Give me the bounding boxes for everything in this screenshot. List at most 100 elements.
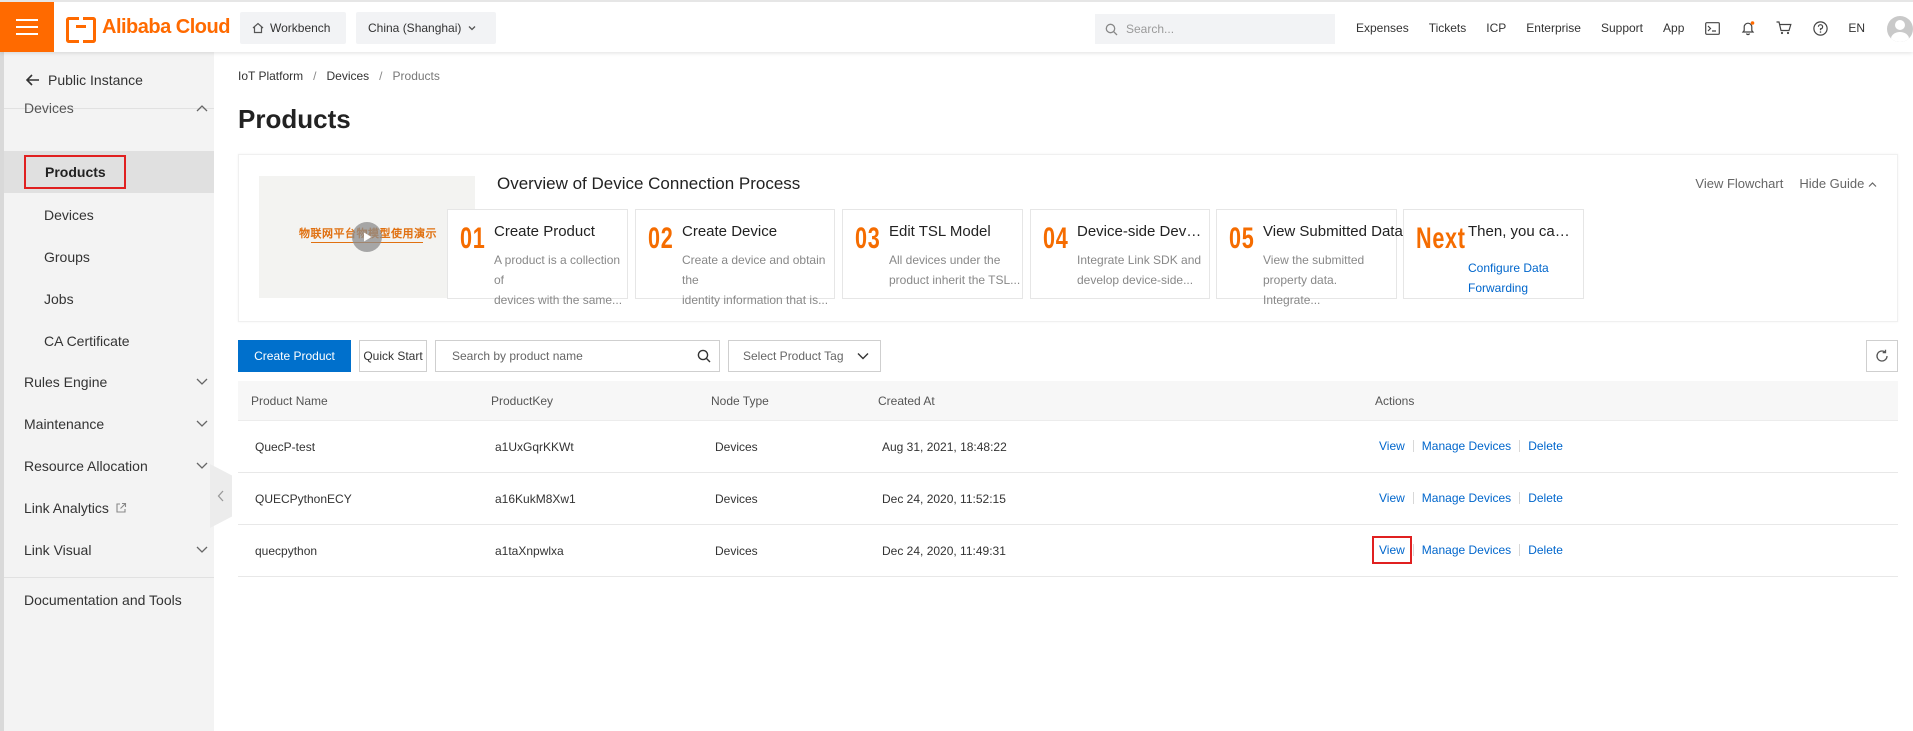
sidebar-item-ca-certificate[interactable]: CA Certificate (44, 333, 130, 349)
nav-icp[interactable]: ICP (1486, 21, 1506, 35)
table-row: QuecP-test a1UxGqrKKWt Devices Aug 31, 2… (238, 421, 1898, 473)
terminal-icon[interactable] (1704, 20, 1720, 36)
step-next[interactable]: Next Then, you can perf... Configure Dat… (1403, 209, 1584, 299)
node-type: Devices (715, 440, 758, 454)
sidebar-item-groups[interactable]: Groups (44, 249, 90, 265)
manage-devices-link[interactable]: Manage Devices (1422, 543, 1511, 557)
nav-expenses[interactable]: Expenses (1356, 21, 1409, 35)
page-title: Products (238, 104, 351, 134)
product-key: a16KukM8Xw1 (495, 492, 576, 506)
product-search (435, 340, 720, 372)
main-content: IoT Platform / Devices / Products Produc… (214, 52, 1913, 731)
chevron-down-icon (196, 462, 208, 469)
cart-icon[interactable] (1776, 20, 1792, 36)
delete-link[interactable]: Delete (1528, 439, 1563, 453)
delete-link[interactable]: Delete (1528, 491, 1563, 505)
arrow-left-icon (26, 74, 39, 86)
product-name: QuecP-test (255, 440, 316, 454)
sidebar-group-maintenance[interactable]: Maintenance (24, 416, 208, 432)
node-type: Devices (715, 492, 758, 506)
help-icon[interactable] (1812, 20, 1828, 36)
node-type: Devices (715, 544, 758, 558)
refresh-button[interactable] (1866, 340, 1898, 372)
chevron-down-icon (468, 26, 476, 31)
brand-name: Alibaba Cloud (102, 15, 230, 38)
sidebar-group-label: Resource Allocation (24, 458, 148, 474)
refresh-icon (1876, 349, 1888, 362)
external-link-icon (116, 502, 126, 513)
col-node-type: Node Type (711, 394, 769, 408)
sidebar-group-label: Link Visual (24, 542, 92, 558)
delete-link[interactable]: Delete (1528, 543, 1563, 557)
play-icon[interactable] (352, 222, 382, 252)
region-selector[interactable]: China (Shanghai) (356, 12, 496, 44)
col-actions: Actions (1375, 394, 1415, 408)
bell-icon[interactable] (1740, 20, 1756, 36)
search-icon[interactable] (697, 349, 711, 363)
sidebar-item-documentation[interactable]: Documentation and Tools (24, 592, 208, 608)
view-link[interactable]: View (1379, 491, 1405, 505)
sidebar-group-link-visual[interactable]: Link Visual (24, 542, 208, 558)
sidebar-group-label: Link Analytics (24, 500, 109, 516)
breadcrumb-products: Products (392, 69, 440, 83)
col-created-at: Created At (878, 394, 935, 408)
view-link[interactable]: View (1379, 439, 1405, 453)
step-view-submitted-data[interactable]: 05 View Submitted Data View the submitte… (1216, 209, 1403, 307)
sidebar-item-products[interactable]: Products (24, 155, 126, 189)
col-product-name: Product Name (251, 394, 328, 408)
create-product-button[interactable]: Create Product (238, 340, 351, 372)
product-tag-label: Select Product Tag (743, 349, 844, 363)
back-to-instance[interactable]: Public Instance (26, 72, 143, 88)
product-name: quecpython (255, 544, 318, 558)
table-row: QUECPythonECY a16KukM8Xw1 Devices Dec 24… (238, 473, 1898, 525)
nav-enterprise[interactable]: Enterprise (1526, 21, 1581, 35)
sidebar-item-jobs[interactable]: Jobs (44, 291, 74, 307)
sidebar-group-devices[interactable]: Devices (24, 100, 208, 116)
demo-video[interactable]: 物联网平台物模型使用演示 (259, 176, 475, 298)
chevron-down-icon (196, 546, 208, 553)
language-switch[interactable]: EN (1848, 21, 1865, 35)
step-edit-tsl-model[interactable]: 03 Edit TSL Model All devices under the p… (842, 209, 1023, 299)
product-search-input[interactable] (436, 349, 686, 363)
sidebar-item-devices[interactable]: Devices (44, 207, 94, 223)
search-icon (1105, 23, 1118, 35)
row-actions: View Manage Devices Delete (1379, 439, 1563, 453)
product-tag-select[interactable]: Select Product Tag (728, 340, 881, 372)
chevron-up-icon (1868, 182, 1877, 187)
table-header: Product Name ProductKey Node Type Create… (238, 381, 1898, 421)
guide-links: View Flowchart Hide Guide (1695, 176, 1877, 191)
view-link-highlighted[interactable]: View (1372, 536, 1412, 564)
product-name: QUECPythonECY (255, 492, 352, 506)
step-create-product[interactable]: 01 Create Product A product is a collect… (447, 209, 628, 307)
sidebar-group-label: Documentation and Tools (24, 592, 182, 608)
breadcrumb-devices[interactable]: Devices (326, 69, 369, 83)
guide-title: Overview of Device Connection Process (497, 174, 801, 193)
step-device-side-development[interactable]: 04 Device-side Develop... Integrate Link… (1030, 209, 1210, 299)
hide-guide-link[interactable]: Hide Guide (1799, 176, 1877, 191)
nav-support[interactable]: Support (1601, 21, 1643, 35)
table-row: quecpython a1taXnpwlxa Devices Dec 24, 2… (238, 525, 1898, 577)
sidebar-item-link-analytics[interactable]: Link Analytics (24, 500, 208, 516)
workbench-label: Workbench (270, 21, 331, 35)
product-toolbar: Create Product Quick Start Select Produc… (238, 340, 1898, 372)
avatar[interactable] (1887, 16, 1913, 42)
nav-tickets[interactable]: Tickets (1429, 21, 1467, 35)
manage-devices-link[interactable]: Manage Devices (1422, 491, 1511, 505)
breadcrumb-iot-platform[interactable]: IoT Platform (238, 69, 303, 83)
workbench-button[interactable]: Workbench (240, 12, 346, 44)
back-label: Public Instance (48, 72, 143, 88)
global-search-input[interactable] (1126, 22, 1326, 36)
manage-devices-link[interactable]: Manage Devices (1422, 439, 1511, 453)
global-search[interactable] (1095, 14, 1335, 44)
nav-app[interactable]: App (1663, 21, 1684, 35)
quick-start-button[interactable]: Quick Start (359, 340, 427, 372)
configure-data-forwarding-link[interactable]: Configure Data Forwarding (1468, 258, 1549, 298)
sidebar-divider (4, 577, 214, 578)
step-create-device[interactable]: 02 Create Device Create a device and obt… (635, 209, 835, 307)
alibaba-cloud-logo[interactable]: Alibaba Cloud (66, 14, 230, 43)
top-nav: Expenses Tickets ICP Enterprise Support … (1356, 2, 1865, 54)
sidebar-group-rules-engine[interactable]: Rules Engine (24, 374, 208, 390)
menu-icon[interactable] (0, 2, 54, 52)
view-flowchart-link[interactable]: View Flowchart (1695, 176, 1783, 191)
sidebar-group-resource-allocation[interactable]: Resource Allocation (24, 458, 208, 474)
